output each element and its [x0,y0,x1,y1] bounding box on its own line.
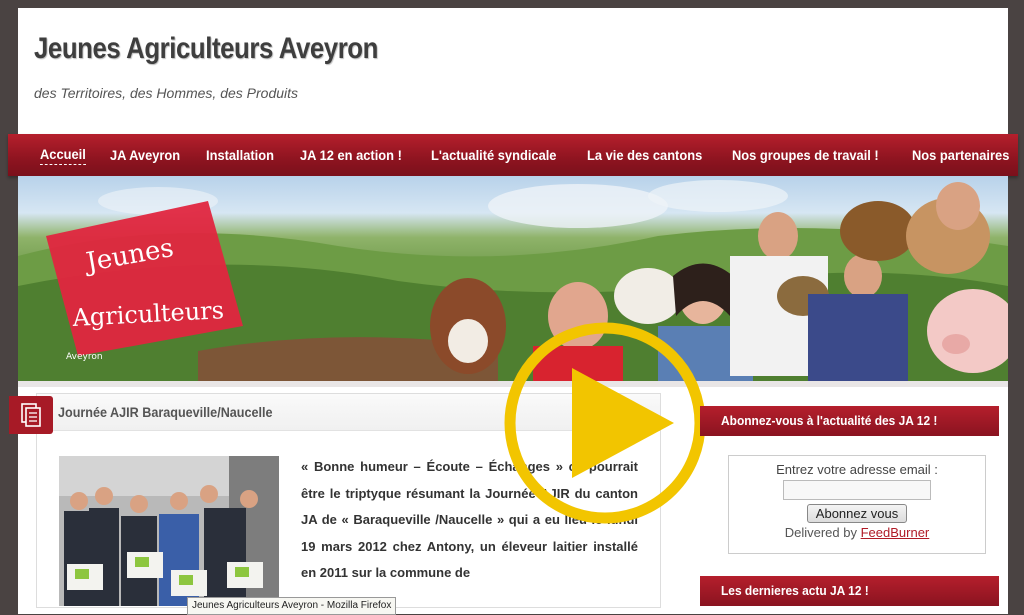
nav-item-ja12-en-action[interactable]: JA 12 en action ! [300,147,402,163]
site-tagline: des Territoires, des Hommes, des Produit… [34,85,299,101]
nav-item-groupes-de-travail[interactable]: Nos groupes de travail ! [732,147,879,163]
delivered-by-text: Delivered by [784,525,857,540]
news-widget-title: Les dernieres actu JA 12 ! [700,576,999,606]
subscribe-form: Entrez votre adresse email : Abonnez vou… [728,455,986,554]
nav-item-actualite-syndicale[interactable]: L'actualité syndicale [431,147,556,163]
window-tooltip: Jeunes Agriculteurs Aveyron - Mozilla Fi… [187,597,397,615]
email-label: Entrez votre adresse email : [776,462,938,477]
feedburner-link[interactable]: FeedBurner [861,525,930,540]
nav-item-accueil[interactable]: Accueil [40,146,86,165]
post-photo[interactable] [59,456,279,606]
document-icon [9,396,53,434]
main-navigation: Accueil JA Aveyron Installation JA 12 en… [8,134,1018,176]
delivered-by-line: Delivered by FeedBurner [729,525,985,540]
nav-item-vie-des-cantons[interactable]: La vie des cantons [587,147,702,163]
post-title[interactable]: Journée AJIR Baraqueville/Naucelle [58,404,273,420]
email-input[interactable] [783,480,931,500]
subscribe-button[interactable]: Abonnez vous [806,504,908,523]
play-video-icon[interactable] [502,320,708,526]
nav-item-installation[interactable]: Installation [206,147,274,163]
nav-item-ja-aveyron[interactable]: JA Aveyron [110,147,180,163]
site-title[interactable]: Jeunes Agriculteurs Aveyron [34,32,378,66]
subscribe-widget-title: Abonnez-vous à l'actualité des JA 12 ! [700,406,999,436]
logo-word-aveyron: Aveyron [66,352,103,362]
nav-item-partenaires[interactable]: Nos partenaires [912,147,1009,163]
